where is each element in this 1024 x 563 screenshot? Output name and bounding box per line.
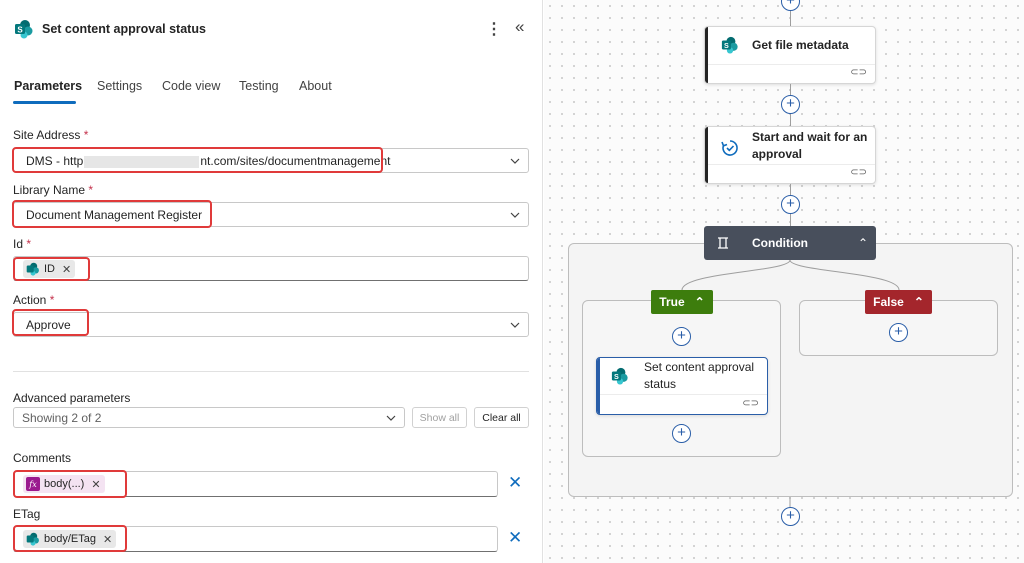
svg-text:S: S [17,25,23,34]
id-input[interactable] [13,256,529,281]
remove-parameter-icon[interactable]: ✕ [508,528,522,548]
chevron-down-icon [510,158,520,164]
collapse-branch-icon[interactable]: ⌃ [914,295,924,309]
action-label: Action * [13,293,55,307]
collapse-branch-icon[interactable]: ⌃ [695,295,705,309]
site-address-label: Site Address * [13,128,89,142]
false-branch-header[interactable]: False ⌃ [865,290,932,314]
link-icon: ⊂⊃ [742,398,759,409]
add-step-button[interactable]: + [672,424,691,443]
highlight-box [12,200,212,228]
add-step-button[interactable]: + [781,507,800,526]
true-branch-header[interactable]: True ⌃ [651,290,713,314]
sharepoint-icon: S [15,20,33,39]
active-tab-indicator [13,101,76,104]
action-dropdown[interactable]: Approve [13,312,529,337]
chevron-down-icon [386,415,396,421]
id-label: Id * [13,237,32,251]
tab-settings[interactable]: Settings [97,79,142,93]
add-step-button[interactable]: + [889,323,908,342]
comments-label: Comments [13,451,72,465]
highlight-box [12,147,383,173]
etag-label: ETag [13,507,41,521]
advanced-parameters-label: Advanced parameters [13,391,131,405]
chevron-down-icon [510,322,520,328]
highlight-box [12,309,89,336]
flow-designer-canvas[interactable]: + S Get file metadata ⊂⊃ + Start and wai… [544,0,1024,563]
divider [13,371,529,372]
highlight-box [13,525,127,552]
more-options-icon[interactable]: ⋮ [486,19,502,39]
tab-testing[interactable]: Testing [239,79,279,93]
collapse-panel-icon[interactable]: « [515,17,524,37]
sharepoint-icon: S [611,367,628,385]
advanced-parameters-dropdown[interactable]: Showing 2 of 2 [13,407,405,428]
panel-title: Set content approval status [42,22,206,36]
remove-parameter-icon[interactable]: ✕ [508,473,522,493]
show-all-button[interactable]: Show all [412,407,467,428]
false-branch-label: False [873,295,904,309]
step-title: Set content approval status [644,360,755,391]
svg-text:S: S [614,372,619,381]
branch-connectors [681,259,900,507]
highlight-box [13,470,127,498]
tab-about[interactable]: About [299,79,332,93]
step-accent [597,358,600,414]
library-name-label: Library Name * [13,183,94,197]
action-details-panel: S Set content approval status ⋮ « Parame… [0,0,543,563]
add-step-button[interactable]: + [672,327,691,346]
clear-all-button[interactable]: Clear all [474,407,529,428]
advanced-parameters-value: Showing 2 of 2 [22,411,102,425]
true-branch-label: True [659,295,685,309]
card-separator [600,394,767,395]
tab-parameters[interactable]: Parameters [14,79,82,93]
highlight-box [13,257,90,281]
tab-code-view[interactable]: Code view [162,79,220,93]
step-set-content-approval-status[interactable]: S Set content approval status ⊂⊃ [596,357,768,415]
chevron-down-icon [510,212,520,218]
